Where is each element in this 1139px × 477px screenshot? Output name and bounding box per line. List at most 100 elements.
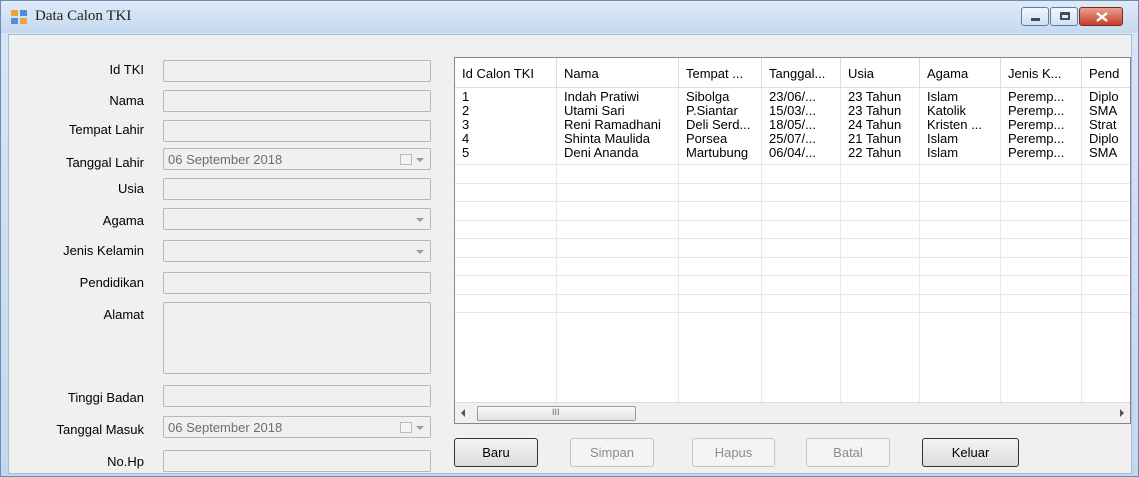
grid-cell[interactable]: Sibolga: [679, 90, 762, 104]
grid-cell[interactable]: 23/06/...: [762, 90, 841, 104]
grid-cell[interactable]: 4: [455, 132, 557, 146]
grid-row-divider: [455, 293, 1130, 295]
chevron-down-icon[interactable]: [416, 158, 424, 162]
grid-cell[interactable]: Diplo: [1082, 90, 1130, 104]
label-no-hp: No.Hp: [107, 454, 144, 469]
grid-cell[interactable]: Peremp...: [1001, 118, 1082, 132]
grid-cell[interactable]: 18/05/...: [762, 118, 841, 132]
grid-cell[interactable]: 3: [455, 118, 557, 132]
grid-row-divider: [455, 312, 1130, 313]
batal-button[interactable]: Batal: [806, 438, 890, 467]
grid-column-header[interactable]: Pend: [1082, 58, 1130, 88]
chevron-down-icon[interactable]: [416, 250, 424, 254]
grid-cell[interactable]: 2: [455, 104, 557, 118]
grid-row-divider: [455, 164, 1130, 165]
no-hp-field[interactable]: [163, 450, 431, 472]
tanggal-masuk-value: 06 September 2018: [168, 420, 283, 435]
label-nama: Nama: [109, 93, 144, 108]
grid-cell[interactable]: SMA: [1082, 104, 1130, 118]
keluar-button[interactable]: Keluar: [922, 438, 1019, 467]
calendar-icon[interactable]: [400, 154, 412, 165]
grid-cell[interactable]: Utami Sari: [557, 104, 679, 118]
title-bar[interactable]: Data Calon TKI: [1, 1, 1138, 33]
grid-body: Id Calon TKI Nama Tempat ... Tanggal... Usia…: [455, 58, 1130, 402]
grid-cell[interactable]: Porsea: [679, 132, 762, 146]
chevron-down-icon[interactable]: [416, 218, 424, 222]
scroll-left-icon[interactable]: [461, 409, 465, 417]
minimize-button[interactable]: [1021, 7, 1049, 26]
grid-cell[interactable]: Islam: [920, 146, 1001, 160]
grid-column-header[interactable]: Tanggal...: [762, 58, 841, 88]
label-tempat-lahir: Tempat Lahir: [68, 122, 144, 137]
chevron-down-icon[interactable]: [416, 426, 424, 430]
grid-column-header[interactable]: Jenis K...: [1001, 58, 1082, 88]
grid-row-divider: [455, 256, 1130, 258]
close-button[interactable]: [1079, 7, 1123, 26]
grid-cell[interactable]: Islam: [920, 132, 1001, 146]
close-icon: [1096, 12, 1108, 22]
grid-row-divider: [455, 182, 1130, 184]
window-title: Data Calon TKI: [35, 8, 132, 24]
grid-cell[interactable]: 21 Tahun: [841, 132, 920, 146]
grid-cell[interactable]: P.Siantar: [679, 104, 762, 118]
label-usia: Usia: [117, 181, 144, 196]
grid-row-divider: [455, 201, 1130, 202]
grid-cell[interactable]: 23 Tahun: [841, 104, 920, 118]
grid-cell[interactable]: Reni Ramadhani: [557, 118, 679, 132]
grid-column-header[interactable]: Agama: [920, 58, 1001, 88]
calendar-icon[interactable]: [400, 422, 412, 433]
grid-cell[interactable]: Islam: [920, 90, 1001, 104]
grid-cell[interactable]: Strat: [1082, 118, 1130, 132]
maximize-button[interactable]: [1050, 7, 1078, 26]
id-tki-field[interactable]: [163, 60, 431, 82]
grid-cell[interactable]: 22 Tahun: [841, 146, 920, 160]
tempat-lahir-field[interactable]: [163, 120, 431, 142]
agama-combo[interactable]: [163, 208, 431, 230]
main-window: Data Calon TKI Id TKI Nama Tempat Lahir …: [0, 0, 1139, 477]
tanggal-masuk-picker[interactable]: 06 September 2018: [163, 416, 431, 438]
app-icon: [11, 10, 27, 24]
baru-button[interactable]: Baru: [454, 438, 538, 467]
grid-column-header[interactable]: Nama: [557, 58, 679, 88]
hapus-button[interactable]: Hapus: [692, 438, 775, 467]
tinggi-badan-field[interactable]: [163, 385, 431, 407]
grid-column-header[interactable]: Usia: [841, 58, 920, 88]
nama-field[interactable]: [163, 90, 431, 112]
label-pendidikan: Pendidikan: [79, 275, 144, 290]
grid-cell[interactable]: 1: [455, 90, 557, 104]
grid-cell[interactable]: SMA: [1082, 146, 1130, 160]
grid-cell[interactable]: Shinta Maulida: [557, 132, 679, 146]
grid-cell[interactable]: Peremp...: [1001, 104, 1082, 118]
scroll-thumb[interactable]: III: [477, 406, 636, 421]
grid-cell[interactable]: Deli Serd...: [679, 118, 762, 132]
jenis-kelamin-combo[interactable]: [163, 240, 431, 262]
grid-cell[interactable]: 5: [455, 146, 557, 160]
grid-cell[interactable]: 15/03/...: [762, 104, 841, 118]
grid-cell[interactable]: 24 Tahun: [841, 118, 920, 132]
alamat-textarea[interactable]: [163, 302, 431, 374]
grid-cell[interactable]: Diplo: [1082, 132, 1130, 146]
usia-field[interactable]: [163, 178, 431, 200]
grid-cell[interactable]: Peremp...: [1001, 90, 1082, 104]
grid-cell[interactable]: Peremp...: [1001, 132, 1082, 146]
grid-cell[interactable]: Peremp...: [1001, 146, 1082, 160]
horizontal-scrollbar[interactable]: III: [455, 402, 1130, 423]
grid-cell[interactable]: Indah Pratiwi: [557, 90, 679, 104]
grid-cell[interactable]: Katolik: [920, 104, 1001, 118]
grid-cell[interactable]: 25/07/...: [762, 132, 841, 146]
scroll-right-icon[interactable]: [1120, 409, 1124, 417]
grid-cell[interactable]: Kristen ...: [920, 118, 1001, 132]
tanggal-lahir-picker[interactable]: 06 September 2018: [163, 148, 431, 170]
grid-cell[interactable]: Martubung: [679, 146, 762, 160]
simpan-button[interactable]: Simpan: [570, 438, 654, 467]
grid-row-divider: [455, 275, 1130, 276]
grid-column-header[interactable]: Id Calon TKI: [455, 58, 557, 88]
label-tinggi-badan: Tinggi Badan: [67, 390, 144, 405]
label-id: Id TKI: [109, 62, 144, 77]
grid-cell[interactable]: Deni Ananda: [557, 146, 679, 160]
data-grid[interactable]: Id Calon TKI Nama Tempat ... Tanggal... Usia…: [454, 57, 1131, 424]
pendidikan-field[interactable]: [163, 272, 431, 294]
grid-cell[interactable]: 23 Tahun: [841, 90, 920, 104]
grid-column-header[interactable]: Tempat ...: [679, 58, 762, 88]
grid-cell[interactable]: 06/04/...: [762, 146, 841, 160]
